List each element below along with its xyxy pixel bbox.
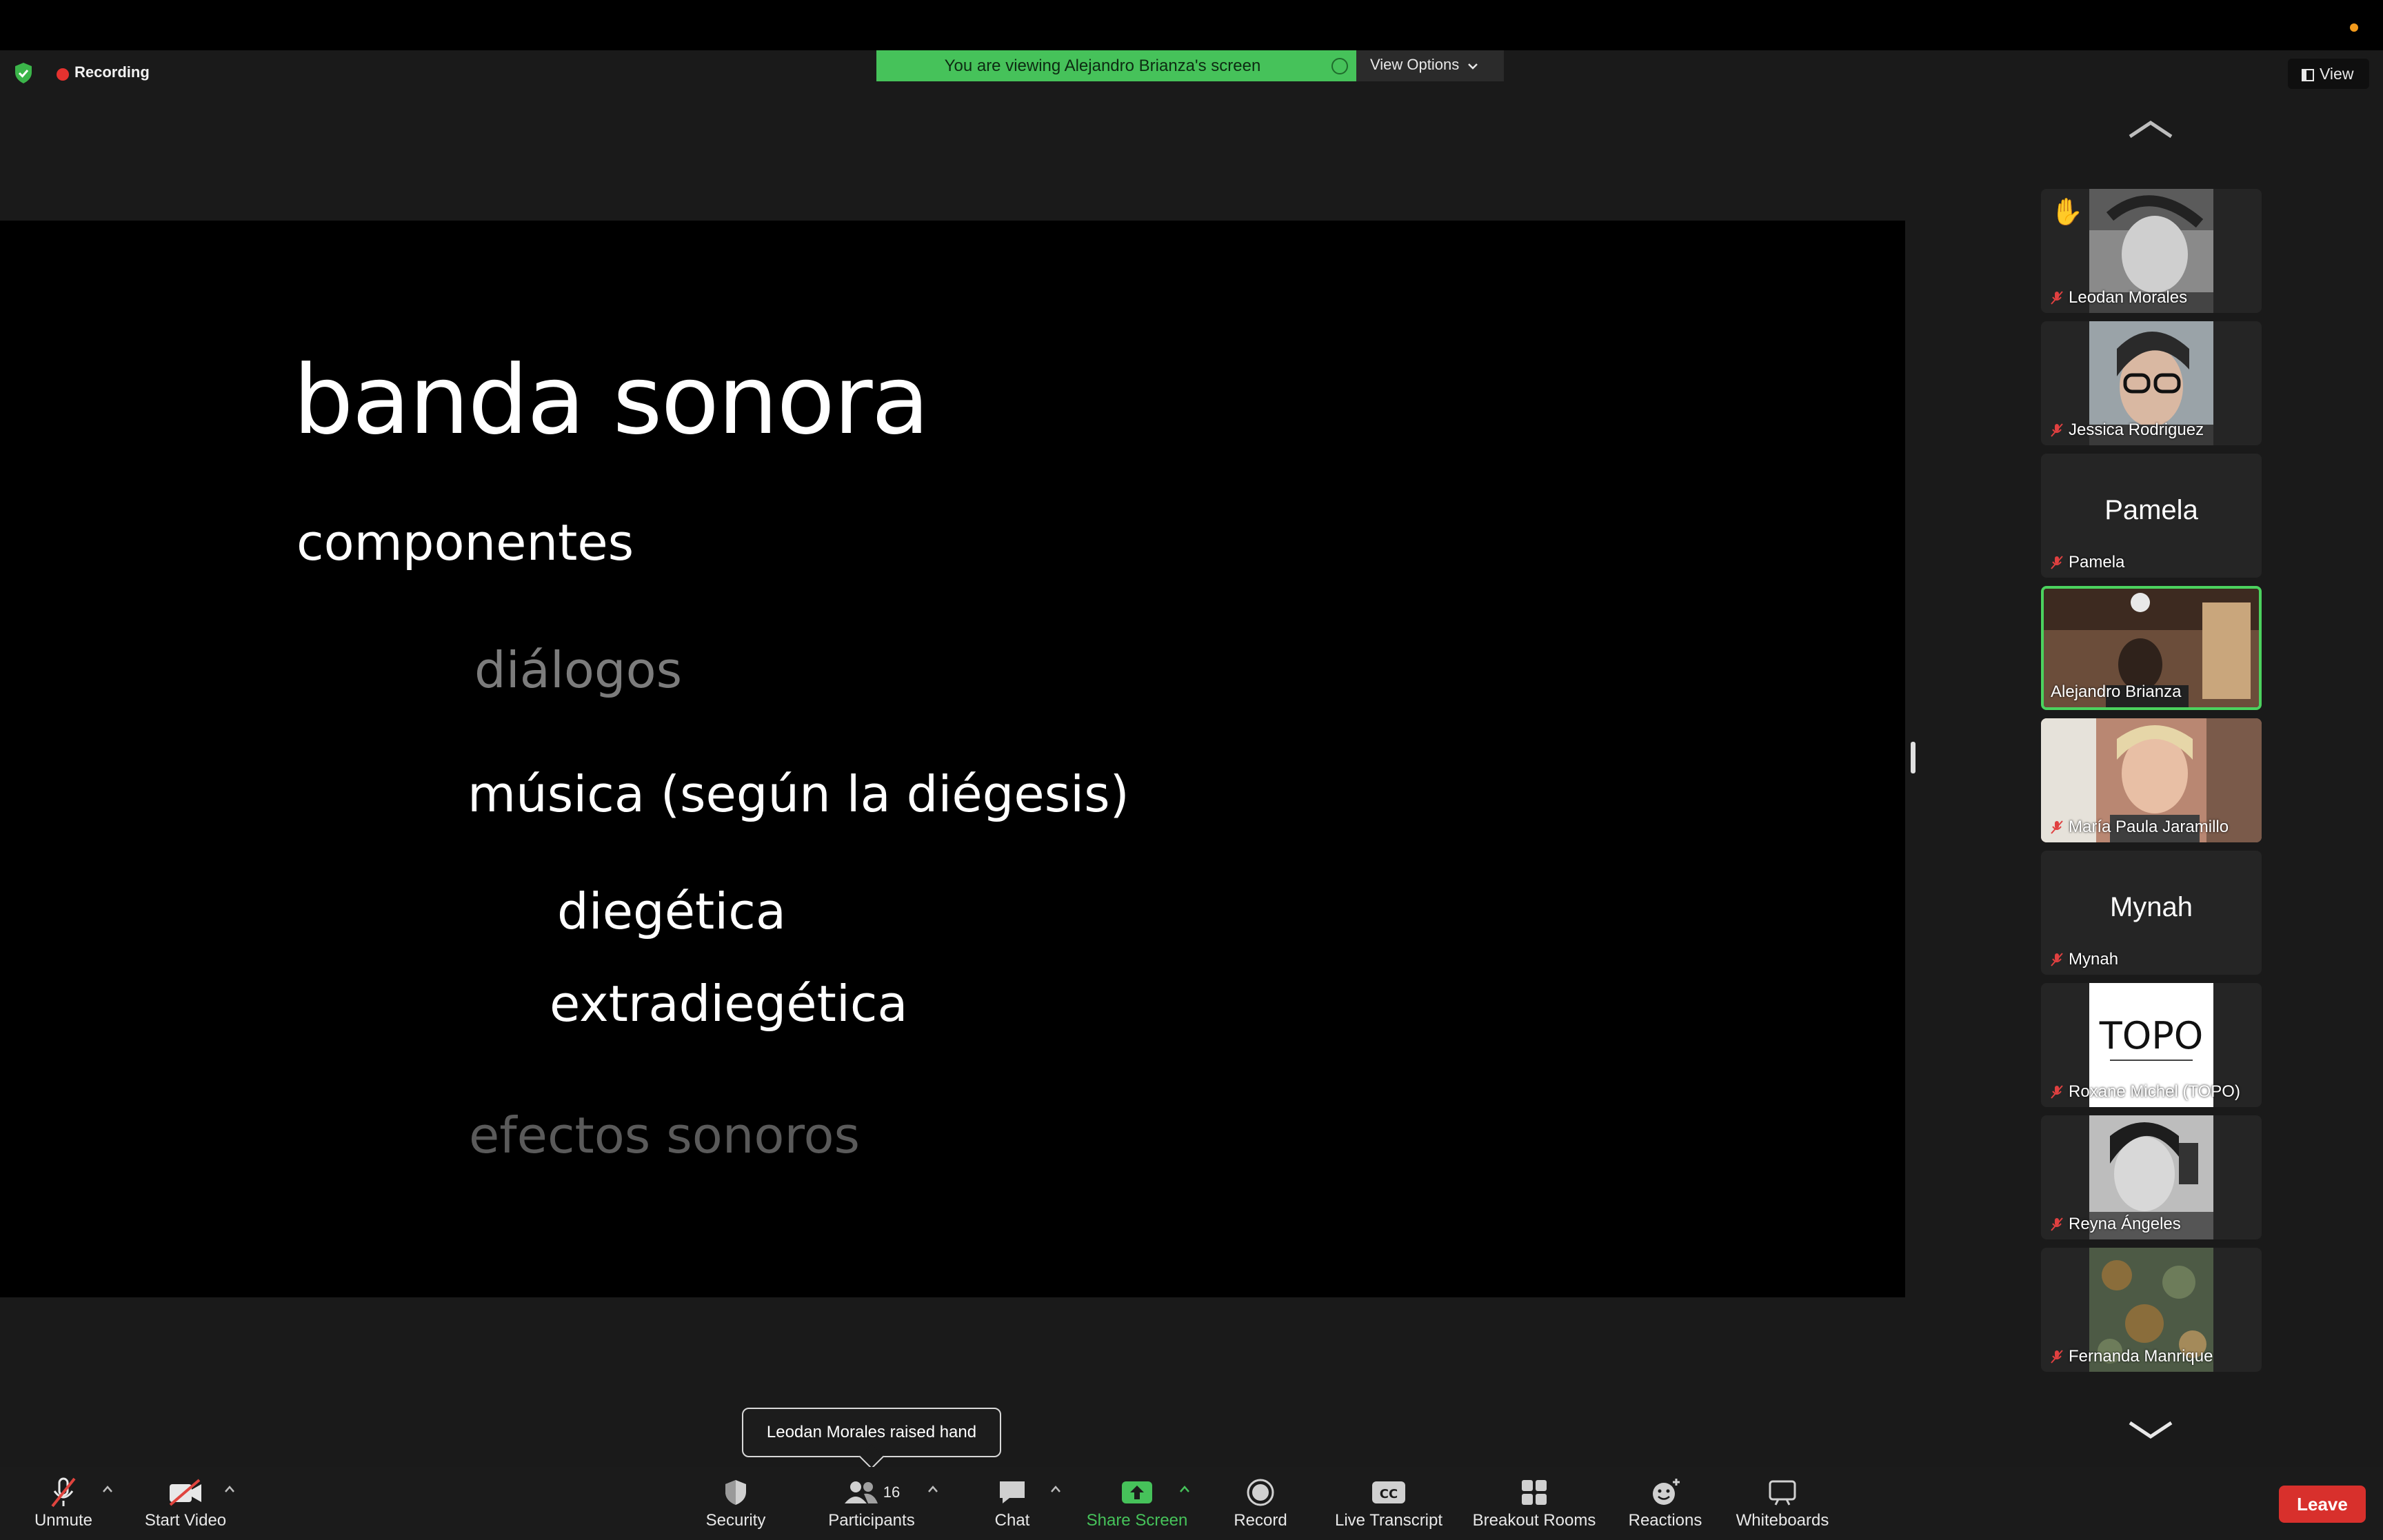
chevron-up-icon[interactable] [102, 1485, 113, 1493]
chat-bubble-icon [1000, 1481, 1025, 1503]
participant-tile[interactable]: María Paula Jaramillo [2041, 718, 2262, 842]
mic-muted-icon [2051, 556, 2063, 569]
mic-in-use-indicator [2350, 23, 2358, 32]
reactions-smiley-icon [1653, 1479, 1680, 1505]
participant-name: Alejandro Brianza [2051, 682, 2182, 701]
chevron-up-icon[interactable] [224, 1485, 235, 1493]
participants-button[interactable]: 16 Participants [818, 1475, 925, 1530]
svg-text:CC: CC [1380, 1487, 1398, 1501]
mic-muted-icon [2051, 291, 2063, 305]
mic-muted-icon [2051, 953, 2063, 966]
closed-caption-icon: CC [1372, 1481, 1405, 1503]
participant-name: Fernanda Manrique [2051, 1347, 2213, 1366]
mic-muted-icon [2051, 1350, 2063, 1364]
participants-icon [844, 1481, 878, 1503]
security-button[interactable]: Security [695, 1475, 776, 1530]
mic-muted-icon [2051, 423, 2063, 437]
breakout-rooms-button[interactable]: Breakout Rooms [1469, 1475, 1600, 1530]
participant-tile[interactable]: ✋ Leodan Morales [2041, 189, 2262, 313]
slide-subtitle: componentes [296, 514, 634, 571]
meeting-toolbar: Unmute Start Video Security 16 Participa… [0, 1467, 2383, 1540]
participant-tile-active-speaker[interactable]: Alejandro Brianza [2041, 586, 2262, 710]
participant-tile[interactable]: Pamela Pamela [2041, 454, 2262, 578]
mic-muted-icon [51, 1477, 76, 1508]
participant-name: Roxane Michel (TOPO) [2051, 1082, 2240, 1102]
recording-dot-icon [57, 68, 69, 81]
participant-name: María Paula Jaramillo [2051, 818, 2229, 837]
participants-count: 16 [883, 1483, 901, 1501]
participant-name: Jessica Rodriguez [2051, 421, 2204, 440]
mic-muted-icon [2051, 820, 2063, 834]
view-label: View [2320, 65, 2354, 83]
leave-button[interactable]: Leave [2279, 1486, 2366, 1523]
chevron-up-icon[interactable] [1179, 1485, 1190, 1493]
raised-hand-notification: Leodan Morales raised hand [742, 1408, 1001, 1457]
slide-item-musica: música (según la diégesis) [467, 765, 1129, 823]
participant-name: Pamela [2051, 553, 2124, 572]
video-off-icon [169, 1479, 201, 1506]
menu-bar [0, 0, 2383, 50]
participant-tile[interactable]: Jessica Rodriguez [2041, 321, 2262, 445]
share-screen-arrow-icon [1122, 1481, 1152, 1503]
chat-button[interactable]: Chat [978, 1475, 1047, 1530]
viewing-screen-banner: You are viewing Alejandro Brianza's scre… [876, 50, 1356, 81]
gallery-scroll-down-icon[interactable] [2126, 1416, 2175, 1443]
slide-item-diegetica: diegética [557, 882, 786, 940]
share-screen-button[interactable]: Share Screen [1078, 1475, 1196, 1530]
live-transcript-button[interactable]: CC Live Transcript [1327, 1475, 1451, 1530]
slide-item-extradiegetica: extradiegética [550, 975, 908, 1033]
mic-muted-icon [2051, 1217, 2063, 1231]
record-icon [1247, 1479, 1274, 1506]
start-video-button[interactable]: Start Video [135, 1475, 236, 1530]
participant-name: Reyna Ángeles [2051, 1215, 2181, 1234]
raised-hand-icon: ✋ [2051, 198, 2084, 227]
participant-name: Mynah [2051, 950, 2118, 969]
split-resize-handle[interactable] [1911, 742, 1916, 773]
reactions-button[interactable]: Reactions [1622, 1475, 1709, 1530]
participant-initial-name: Pamela [2104, 495, 2198, 525]
status-circle-icon [1331, 58, 1348, 74]
chevron-up-icon[interactable] [927, 1485, 938, 1493]
encryption-shield-icon[interactable] [14, 62, 33, 84]
whiteboard-icon [1769, 1480, 1796, 1506]
security-shield-icon [725, 1480, 746, 1505]
slide-item-dialogos: diálogos [474, 641, 683, 699]
layout-icon [2302, 69, 2314, 81]
participant-tile[interactable]: Fernanda Manrique [2041, 1248, 2262, 1372]
view-button[interactable]: View [2288, 59, 2369, 89]
topo-logo-text: TOPO [2099, 1014, 2204, 1057]
participant-initial-name: Mynah [2109, 892, 2193, 922]
unmute-button[interactable]: Unmute [28, 1475, 99, 1530]
participant-tile[interactable]: Reyna Ángeles [2041, 1115, 2262, 1239]
view-options-label: View Options [1370, 56, 1460, 73]
participant-tile[interactable]: Mynah Mynah [2041, 851, 2262, 975]
recording-label[interactable]: Recording [74, 63, 150, 81]
slide-title: banda sonora [293, 345, 929, 456]
chevron-down-icon [1468, 63, 1478, 70]
record-button[interactable]: Record [1226, 1475, 1295, 1530]
slide-item-efectos: efectos sonoros [469, 1106, 861, 1164]
gallery-scroll-up-icon[interactable] [2126, 116, 2175, 143]
participant-tile[interactable]: TOPO Roxane Michel (TOPO) [2041, 983, 2262, 1107]
whiteboards-button[interactable]: Whiteboards [1731, 1475, 1834, 1530]
breakout-rooms-grid-icon [1522, 1480, 1547, 1505]
viewing-screen-text: You are viewing Alejandro Brianza's scre… [944, 57, 1261, 75]
mic-muted-icon [2051, 1085, 2063, 1099]
participant-name: Leodan Morales [2051, 288, 2187, 307]
view-options-button[interactable]: View Options [1356, 50, 1504, 81]
chevron-up-icon[interactable] [1050, 1485, 1061, 1493]
shared-screen-slide: banda sonora componentes diálogos música… [0, 221, 1905, 1297]
